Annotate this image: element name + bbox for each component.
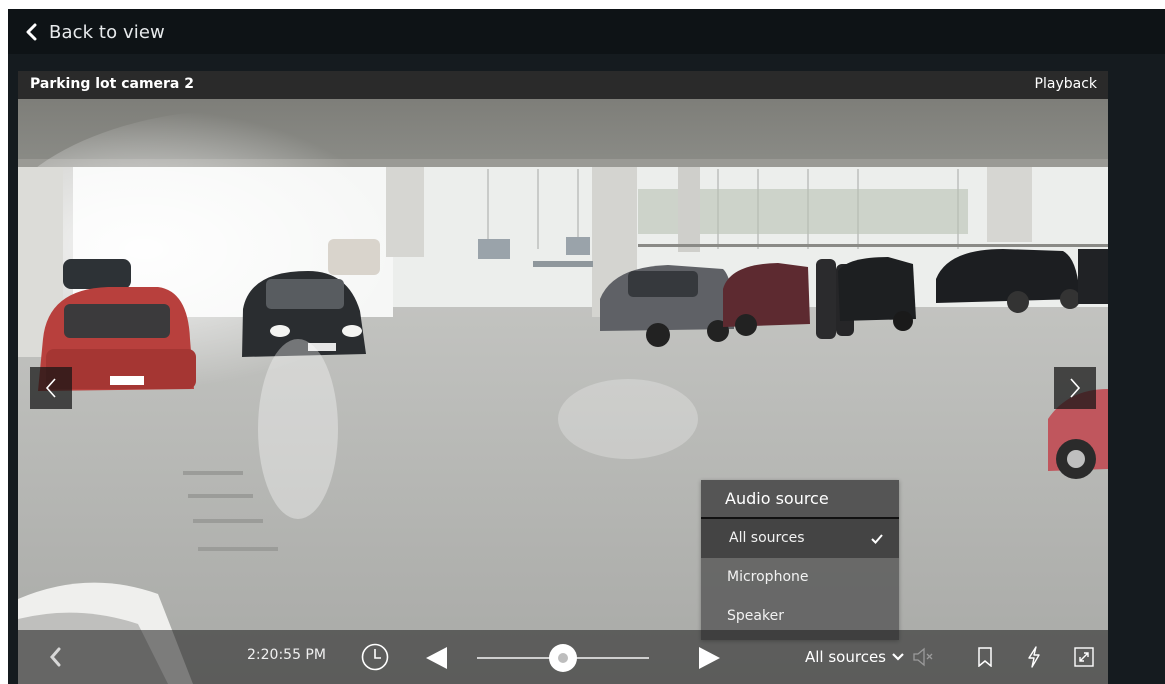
audio-source-menu-title: Audio source [701,480,899,519]
next-camera-button[interactable] [1054,367,1096,409]
chevron-left-icon [26,23,37,41]
fullscreen-button[interactable] [1071,644,1097,670]
menu-item-label: All sources [729,530,805,546]
triangle-left-icon [426,647,447,669]
bookmark-icon [978,647,992,667]
back-to-view-button[interactable]: Back to view [24,19,165,45]
triangle-right-icon [699,647,720,669]
step-forward-button[interactable] [694,644,724,672]
expand-icon [1074,647,1094,667]
speaker-muted-icon [913,647,933,667]
step-backward-button[interactable] [422,644,452,672]
trigger-event-button[interactable] [1022,644,1046,670]
previous-camera-button[interactable] [30,367,72,409]
chevron-left-icon [50,647,61,667]
top-bar: Back to view [8,9,1165,54]
chevron-down-icon [892,653,904,661]
checkmark-icon [871,534,883,544]
chevron-right-icon [1070,378,1081,398]
menu-item-label: Speaker [727,608,784,624]
audio-source-select[interactable]: All sources [805,647,904,667]
collapse-timeline-button[interactable] [42,644,68,670]
playback-controls: 2:20:55 PM All sources [18,630,1108,684]
audio-source-menu: Audio source All sources Microphone Spea… [701,480,899,640]
menu-item-label: Microphone [727,569,809,585]
chevron-left-icon [45,378,56,398]
back-label: Back to view [49,21,165,43]
camera-title: Parking lot camera 2 [30,76,194,92]
audio-source-value: All sources [805,648,886,666]
mode-label: Playback [1034,76,1097,92]
mute-button[interactable] [911,644,937,670]
lightning-icon [1028,646,1040,668]
timeline-slider-thumb[interactable] [549,644,577,672]
menu-item-microphone[interactable]: Microphone [701,558,899,597]
bookmark-button[interactable] [973,644,997,670]
app-window: Back to view Parking lot camera 2 Playba… [8,9,1165,684]
video-view[interactable] [18,99,1108,684]
menu-item-all-sources[interactable]: All sources [701,519,899,558]
go-to-time-button[interactable] [359,641,391,673]
camera-image [18,99,1108,684]
camera-title-bar: Parking lot camera 2 Playback [18,71,1108,99]
playback-time: 2:20:55 PM [247,647,326,663]
clock-icon [361,643,389,671]
